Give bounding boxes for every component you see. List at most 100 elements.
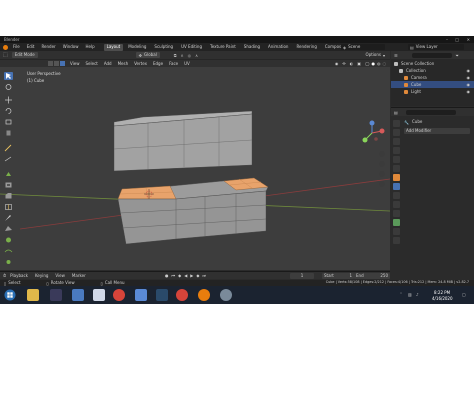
tab-modeling[interactable]: Modeling [125,44,149,51]
play-reverse-icon[interactable]: ◀ [184,273,187,278]
tab-uv-editing[interactable]: UV Editing [178,44,205,51]
outliner-item-scene-collection[interactable]: Scene Collection [391,60,474,67]
visibility-eye-icon[interactable]: ◉ [467,68,471,73]
tool-tab-icon[interactable] [393,120,400,127]
menu-render[interactable]: Render [41,45,55,49]
material-tab-icon[interactable] [393,228,400,235]
timeline-menu-marker[interactable]: Marker [72,273,86,278]
outliner-item-cube[interactable]: Cube ◉ [391,81,474,88]
timeline-menu-view[interactable]: View [55,273,65,278]
texture-tab-icon[interactable] [393,237,400,244]
rotate-tool[interactable] [4,107,13,115]
tab-shading[interactable]: Shading [241,44,263,51]
modifier-tab-icon[interactable] [393,183,400,190]
properties-editor-icon[interactable]: ▤ [394,110,398,115]
menu-window[interactable]: Window [63,45,79,49]
outliner-item-collection[interactable]: Collection ◉ [391,67,474,74]
prev-key-icon[interactable]: ◆ [178,273,181,278]
menu-help[interactable]: Help [85,45,94,49]
camera-view-icon[interactable] [379,171,385,177]
world-tab-icon[interactable] [393,165,400,172]
smooth-tool[interactable] [4,247,13,255]
minimize-button[interactable]: – [446,37,448,42]
knife-tool[interactable] [4,214,13,222]
spin-tool[interactable] [4,236,13,244]
add-modifier-dropdown[interactable]: Add Modifier [404,128,470,134]
zoom-icon[interactable] [379,151,385,157]
end-frame-field[interactable]: End 250 [354,272,390,279]
start-button[interactable] [4,289,16,301]
visibility-eye-icon[interactable]: ◉ [467,89,471,94]
notification-icon[interactable]: ▢ [462,293,466,297]
transform-tool[interactable] [4,129,13,137]
clock-time[interactable]: 8:22 PM [434,291,450,295]
network-icon[interactable]: ▥ [408,293,412,297]
current-frame-field[interactable]: 1 [290,272,314,279]
tab-layout[interactable]: Layout [103,43,124,51]
blender-logo-icon[interactable] [3,44,8,50]
chrome-icon[interactable] [113,289,125,301]
timeline-editor-icon[interactable]: ⏱ [3,273,6,278]
tray-chevron-icon[interactable]: ˄ [400,293,402,297]
clock-date[interactable]: 4/16/2020 [432,297,453,301]
timeline-menu-keying[interactable]: Keying [35,273,48,278]
close-button[interactable]: ✕ [467,37,470,42]
object-tab-icon[interactable] [393,174,400,181]
scene-tab-icon[interactable] [393,156,400,163]
constraints-tab-icon[interactable] [393,210,400,217]
particles-tab-icon[interactable] [393,192,400,199]
blender-taskbar-icon[interactable] [198,289,210,301]
media-player-icon[interactable] [50,289,62,301]
tab-animation[interactable]: Animation [265,44,291,51]
jump-end-icon[interactable]: ⏭ [202,273,206,278]
volume-icon[interactable]: ♪ [416,293,419,297]
output-tab-icon[interactable] [393,138,400,145]
data-tab-icon[interactable] [393,219,400,226]
scene-selector[interactable]: ◈ Scene [341,44,385,50]
measure-tool[interactable] [4,155,13,163]
cursor-tool[interactable] [4,83,13,91]
menu-file[interactable]: File [13,45,20,49]
photos-icon[interactable] [72,289,84,301]
jump-start-icon[interactable]: ⏮ [172,273,176,278]
paint-dot-net-icon[interactable] [135,289,147,301]
properties-search-input[interactable] [405,109,456,115]
tab-sculpting[interactable]: Sculpting [151,44,176,51]
loop-cut-tool[interactable] [4,203,13,211]
bevel-tool[interactable] [4,192,13,200]
physics-tab-icon[interactable] [393,201,400,208]
next-key-icon[interactable]: ◆ [196,273,199,278]
paint-icon[interactable] [93,289,105,301]
timeline-menu-playback[interactable]: Playback [10,273,28,278]
render-tab-icon[interactable] [393,129,400,136]
chrome-2-icon[interactable] [176,289,188,301]
pdf-icon[interactable] [156,289,168,301]
annotate-tool[interactable] [4,144,13,152]
view-layer-selector[interactable]: ▤ View Layer [408,44,464,50]
view-layer-tab-icon[interactable] [393,147,400,154]
navigation-gizmo[interactable] [359,120,385,146]
tab-texture-paint[interactable]: Texture Paint [207,44,239,51]
3d-viewport[interactable]: ⬚ Edit Mode ✥ Global ⧉ ∩ ◎ ∧ Options ▾ V… [0,51,390,270]
visibility-eye-icon[interactable]: ◉ [467,82,471,87]
outliner-item-light[interactable]: Light ◉ [391,88,474,95]
move-tool[interactable] [4,96,13,104]
tab-rendering[interactable]: Rendering [293,44,319,51]
poly-build-tool[interactable] [4,225,13,233]
outliner-item-camera[interactable]: Camera ◉ [391,74,474,81]
app-taskbar-icon[interactable] [220,289,232,301]
pan-hand-icon[interactable] [379,161,385,167]
outliner-search-input[interactable] [411,52,452,58]
menu-edit[interactable]: Edit [27,45,35,49]
play-icon[interactable]: ▶ [190,273,193,278]
shrink-tool[interactable] [4,258,13,266]
filter-icon[interactable]: ⏷ [456,53,459,58]
start-frame-field[interactable]: Start 1 [322,272,354,279]
maximize-button[interactable]: □ [455,37,459,42]
outliner-editor-icon[interactable]: ☰ [394,53,398,58]
file-explorer-icon[interactable] [27,289,39,301]
inset-tool[interactable] [4,181,13,189]
extrude-tool[interactable] [4,170,13,178]
visibility-eye-icon[interactable]: ◉ [467,75,471,80]
record-icon[interactable]: ● [165,273,169,278]
